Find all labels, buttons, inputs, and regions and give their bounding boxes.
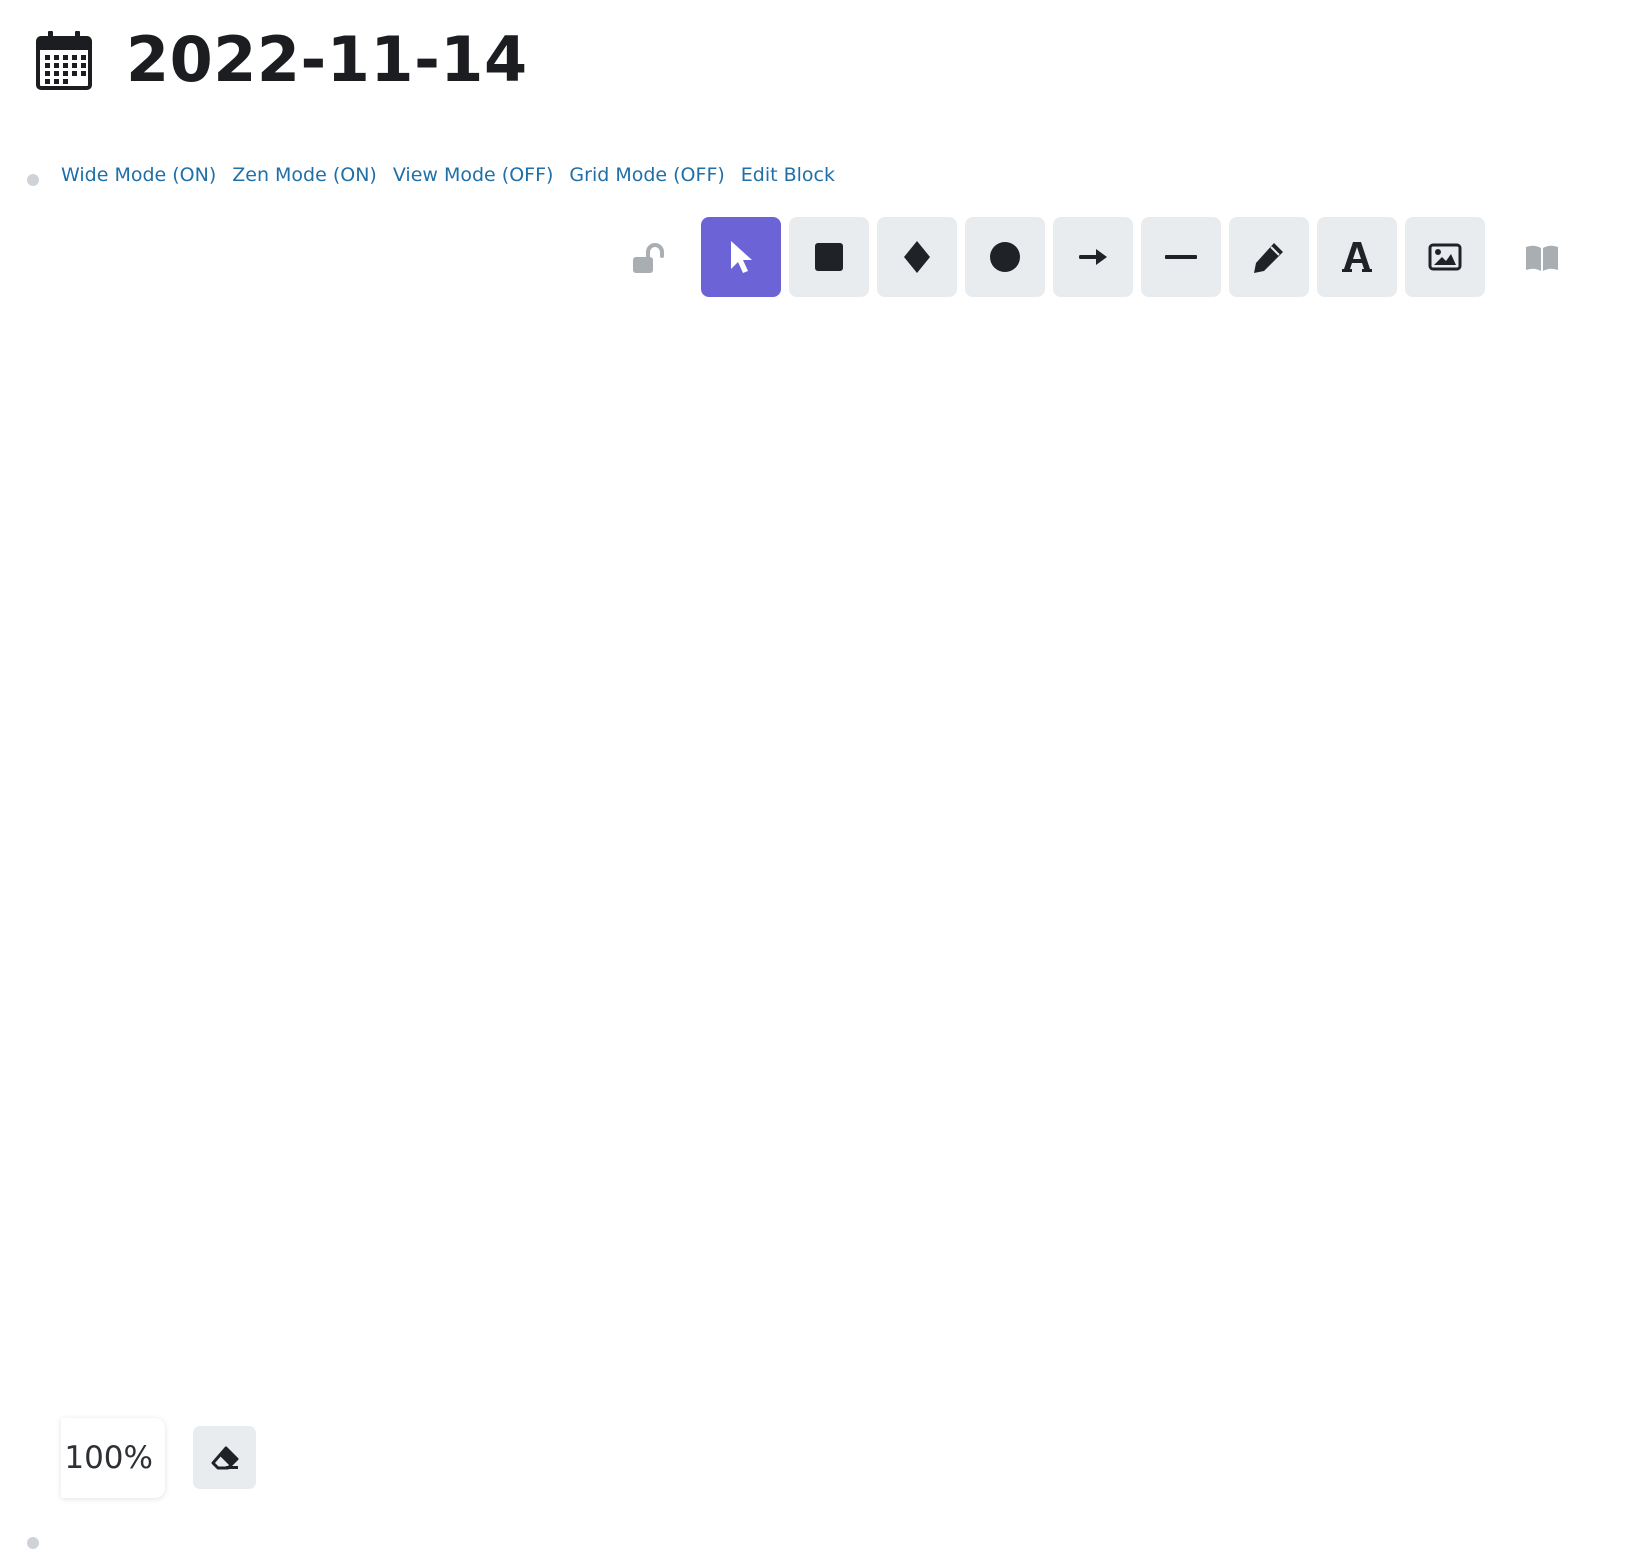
block-bullet[interactable] <box>27 174 39 186</box>
arrow-tool-button[interactable] <box>1053 217 1133 297</box>
circle-icon <box>990 242 1020 272</box>
edit-block-link[interactable]: Edit Block <box>741 166 835 185</box>
wide-mode-link[interactable]: Wide Mode (ON) <box>61 166 216 185</box>
draw-tool-button[interactable] <box>1229 217 1309 297</box>
arrow-icon <box>1079 249 1107 265</box>
unlock-icon[interactable] <box>631 243 665 275</box>
view-mode-link[interactable]: View Mode (OFF) <box>393 166 554 185</box>
block-toolbar-links: Wide Mode (ON) Zen Mode (ON) View Mode (… <box>61 166 835 185</box>
eraser-icon <box>211 1446 238 1469</box>
text-icon <box>1342 242 1372 272</box>
page: 2022-11-14 Wide Mode (ON) Zen Mode (ON) … <box>0 0 1648 1557</box>
zoom-level[interactable]: 100% <box>61 1418 165 1498</box>
pencil-icon <box>1254 243 1283 273</box>
diamond-tool-button[interactable] <box>877 217 957 297</box>
line-icon <box>1165 255 1197 259</box>
line-tool-button[interactable] <box>1141 217 1221 297</box>
zoom-value: 100% <box>64 1440 153 1476</box>
rectangle-tool-button[interactable] <box>789 217 869 297</box>
square-icon <box>815 243 843 271</box>
ellipse-tool-button[interactable] <box>965 217 1045 297</box>
pointer-icon <box>731 241 752 273</box>
calendar-icon <box>36 31 92 90</box>
text-tool-button[interactable] <box>1317 217 1397 297</box>
shape-toolbar <box>701 217 1485 297</box>
block-bullet-2[interactable] <box>27 1537 39 1549</box>
page-title: 2022-11-14 <box>126 23 528 96</box>
grid-mode-link[interactable]: Grid Mode (OFF) <box>569 166 724 185</box>
diamond-icon <box>904 241 930 273</box>
title-row: 2022-11-14 <box>36 24 528 96</box>
image-icon <box>1428 243 1462 271</box>
image-tool-button[interactable] <box>1405 217 1485 297</box>
eraser-button[interactable] <box>193 1426 256 1489</box>
selection-tool-button[interactable] <box>701 217 781 297</box>
zen-mode-link[interactable]: Zen Mode (ON) <box>232 166 377 185</box>
library-icon[interactable] <box>1524 243 1560 273</box>
